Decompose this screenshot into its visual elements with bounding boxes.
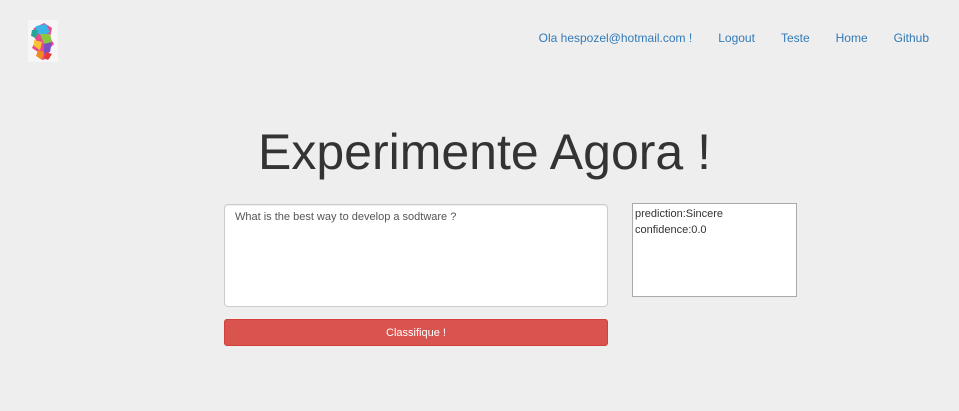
classify-button[interactable]: Classifique !	[224, 319, 608, 346]
top-nav: Ola hespozel@hotmail.com ! Logout Teste …	[539, 31, 929, 45]
prediction-text: prediction:Sincere	[635, 208, 724, 220]
nav-logout-link[interactable]: Logout	[718, 31, 755, 45]
colorful-head-logo-icon[interactable]	[26, 20, 60, 62]
result-box: prediction:Sincere confidence:0.0	[632, 203, 797, 297]
nav-home-link[interactable]: Home	[836, 31, 868, 45]
nav-github-link[interactable]: Github	[894, 31, 929, 45]
question-textarea[interactable]: What is the best way to develop a sodtwa…	[224, 204, 608, 307]
nav-user-greeting[interactable]: Ola hespozel@hotmail.com !	[539, 31, 693, 45]
nav-teste-link[interactable]: Teste	[781, 31, 810, 45]
page: Ola hespozel@hotmail.com ! Logout Teste …	[0, 0, 959, 411]
page-title: Experimente Agora !	[257, 124, 712, 180]
confidence-text: confidence:0.0	[635, 224, 707, 236]
